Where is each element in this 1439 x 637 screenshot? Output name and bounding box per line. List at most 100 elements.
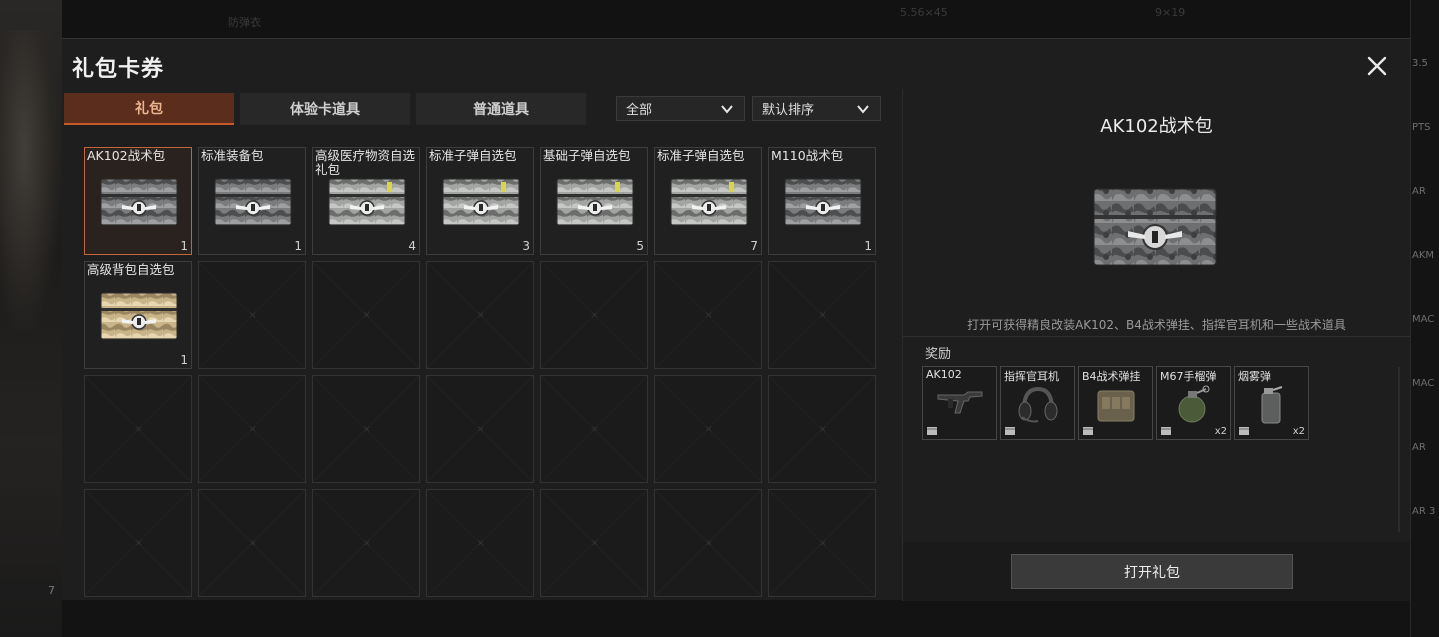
tab-gift-packs[interactable]: 礼包 xyxy=(64,93,234,125)
empty-slot: ✕ xyxy=(540,375,648,483)
background-right-item: AR 3 xyxy=(1412,506,1436,517)
empty-slot: ✕ xyxy=(426,489,534,597)
empty-slot: ✕ xyxy=(654,375,762,483)
empty-slot-mark: ✕ xyxy=(477,425,485,435)
item-slot[interactable]: 标准子弹自选包 7 xyxy=(654,147,762,255)
sort-dropdown[interactable]: 默认排序 xyxy=(752,96,881,121)
empty-slot: ✕ xyxy=(540,261,648,369)
empty-slot-mark: ✕ xyxy=(477,311,485,321)
empty-slot: ✕ xyxy=(654,489,762,597)
close-icon xyxy=(1367,56,1387,76)
gift-box-icon xyxy=(214,178,292,226)
background-top-text: 5.56×45 xyxy=(900,6,948,19)
item-slot[interactable]: 标准装备包 1 xyxy=(198,147,306,255)
item-name: 高级医疗物资自选礼包 xyxy=(315,148,416,177)
reward-name: M67手榴弹 xyxy=(1160,370,1217,383)
empty-slot-mark: ✕ xyxy=(819,425,827,435)
item-quantity: 3 xyxy=(522,239,530,253)
reward-item[interactable]: M67手榴弹 x2 xyxy=(1156,366,1231,440)
crate-icon xyxy=(927,427,937,435)
crate-icon xyxy=(1005,427,1015,435)
item-slot[interactable]: M110战术包 1 xyxy=(768,147,876,255)
background-right-item: MAC xyxy=(1412,378,1435,389)
item-name: 基础子弹自选包 xyxy=(543,148,631,163)
item-slot[interactable]: 高级医疗物资自选礼包 4 xyxy=(312,147,420,255)
rifle-icon xyxy=(937,391,983,414)
empty-slot: ✕ xyxy=(654,261,762,369)
empty-slot-mark: ✕ xyxy=(363,311,371,321)
item-quantity: 4 xyxy=(408,239,416,253)
gift-box-icon xyxy=(100,178,178,226)
detail-title: AK102战术包 xyxy=(1100,116,1213,137)
item-slot[interactable]: 标准子弹自选包 3 xyxy=(426,147,534,255)
item-quantity: 7 xyxy=(750,239,758,253)
item-slot[interactable]: 高级背包自选包 1 xyxy=(84,261,192,369)
empty-slot: ✕ xyxy=(426,261,534,369)
background-right-item: MAC xyxy=(1412,314,1435,325)
empty-slot: ✕ xyxy=(198,375,306,483)
background-top-text: 防弹衣 xyxy=(228,16,261,29)
empty-slot-mark: ✕ xyxy=(249,425,257,435)
gift-box-icon xyxy=(100,292,178,340)
empty-slot-mark: ✕ xyxy=(591,311,599,321)
item-quantity: 5 xyxy=(636,239,644,253)
gift-box-icon xyxy=(556,178,634,226)
reward-quantity: x2 xyxy=(1292,426,1305,437)
empty-slot-mark: ✕ xyxy=(819,539,827,549)
chevron-down-icon xyxy=(857,105,869,114)
item-quantity: 1 xyxy=(294,239,302,253)
background-right-item: 3.5 xyxy=(1412,58,1428,69)
item-name: 标准子弹自选包 xyxy=(429,148,517,163)
empty-slot-mark: ✕ xyxy=(249,539,257,549)
gift-box-icon xyxy=(328,178,406,226)
item-name: AK102战术包 xyxy=(87,148,166,163)
headset-icon xyxy=(1018,386,1058,423)
background-bottom xyxy=(62,600,1410,637)
reward-item[interactable]: B4战术弹挂 xyxy=(1078,366,1153,440)
rewards-label: 奖励 xyxy=(925,347,952,362)
empty-slot-mark: ✕ xyxy=(249,311,257,321)
item-name: 高级背包自选包 xyxy=(87,262,175,277)
item-slot[interactable]: AK102战术包 1 xyxy=(84,147,192,255)
reward-name: B4战术弹挂 xyxy=(1082,370,1141,383)
item-name: M110战术包 xyxy=(771,148,844,163)
category-filter-dropdown[interactable]: 全部 xyxy=(616,96,745,121)
rewards-scrollbar[interactable] xyxy=(1398,367,1400,532)
item-slot[interactable]: 基础子弹自选包 5 xyxy=(540,147,648,255)
reward-item[interactable]: AK102 xyxy=(922,366,997,440)
empty-slot-mark: ✕ xyxy=(705,425,713,435)
close-button[interactable] xyxy=(1362,51,1392,81)
tab-normal-items[interactable]: 普通道具 xyxy=(416,93,586,125)
background-right-item: AKM xyxy=(1412,250,1435,261)
empty-slot: ✕ xyxy=(312,261,420,369)
item-quantity: 1 xyxy=(864,239,872,253)
reward-name: 烟雾弹 xyxy=(1238,370,1271,383)
empty-slot: ✕ xyxy=(768,261,876,369)
empty-slot-mark: ✕ xyxy=(705,539,713,549)
background-top-text: 9×19 xyxy=(1155,6,1186,19)
item-list-pane: 礼包 体验卡道具 普通道具 全部 默认排序 AK102战术包 1 标准装备包 1… xyxy=(62,89,902,601)
empty-slot: ✕ xyxy=(426,375,534,483)
reward-item[interactable]: 指挥官耳机 xyxy=(1000,366,1075,440)
item-name: 标准装备包 xyxy=(201,148,264,163)
reward-item[interactable]: 烟雾弹 x2 xyxy=(1234,366,1309,440)
crate-icon xyxy=(1239,427,1249,435)
gift-box-icon xyxy=(670,178,748,226)
empty-slot-mark: ✕ xyxy=(591,425,599,435)
gift-box-icon xyxy=(442,178,520,226)
empty-slot: ✕ xyxy=(768,375,876,483)
tactical-case-image xyxy=(1093,188,1217,266)
empty-slot-mark: ✕ xyxy=(135,425,143,435)
reward-quantity: x2 xyxy=(1214,426,1227,437)
chevron-down-icon xyxy=(721,105,733,114)
empty-slot: ✕ xyxy=(198,489,306,597)
modal-title: 礼包卡券 xyxy=(72,57,165,82)
tab-trial-cards[interactable]: 体验卡道具 xyxy=(240,93,410,125)
item-name: 标准子弹自选包 xyxy=(657,148,745,163)
open-gift-pack-button[interactable]: 打开礼包 xyxy=(1011,554,1293,589)
empty-slot: ✕ xyxy=(198,261,306,369)
item-quantity: 1 xyxy=(180,353,188,367)
empty-slot-mark: ✕ xyxy=(477,539,485,549)
background-right-item: AR xyxy=(1412,442,1426,453)
grenade-icon xyxy=(1178,385,1210,423)
